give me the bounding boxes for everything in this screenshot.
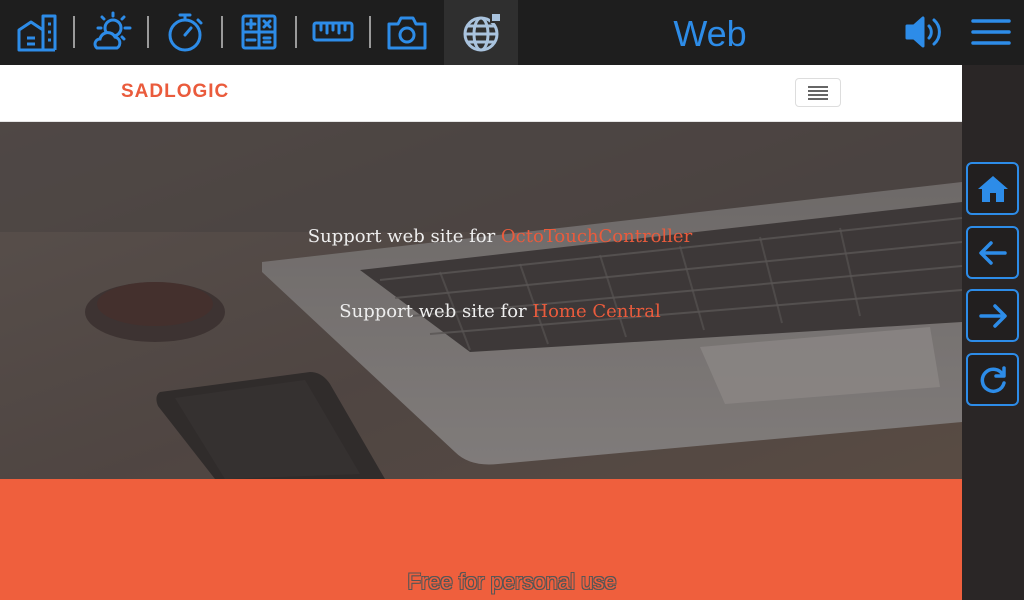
timer-icon[interactable] <box>160 8 210 56</box>
app-toolbar: Web <box>0 0 1024 65</box>
ruler-icon[interactable] <box>308 8 358 56</box>
hero-line-homecentral: Support web site for Home Central <box>0 301 962 322</box>
toolbar-separator <box>147 16 149 48</box>
web-view[interactable]: SADLOGIC Support web site for OctoTouchC… <box>0 65 962 600</box>
browser-home-button[interactable] <box>966 162 1019 215</box>
promo-band: Free for personal use <box>0 479 962 600</box>
browser-forward-button[interactable] <box>966 289 1019 342</box>
toolbar-separator <box>221 16 223 48</box>
browser-controls-panel <box>962 65 1024 600</box>
nav-toggle-button[interactable] <box>795 78 841 107</box>
home-icon[interactable] <box>12 8 62 56</box>
band-heading: Free for personal use <box>407 569 617 594</box>
back-arrow-icon <box>978 240 1007 265</box>
home-central-link[interactable]: Home Central <box>532 301 660 322</box>
hero-line-text: Support web site for <box>339 301 533 322</box>
toolbar-separator <box>73 16 75 48</box>
site-brand[interactable]: SADLOGIC <box>121 81 229 103</box>
toolbar-separator <box>369 16 371 48</box>
browser-back-button[interactable] <box>966 226 1019 279</box>
camera-icon[interactable] <box>382 8 432 56</box>
hero-line-text: Support web site for <box>307 226 501 247</box>
globe-icon[interactable] <box>456 8 506 56</box>
site-navbar: SADLOGIC <box>0 65 962 122</box>
forward-arrow-icon <box>978 303 1007 328</box>
weather-icon[interactable] <box>86 8 136 56</box>
hero-section: Support web site for OctoTouchController… <box>0 122 962 479</box>
calculator-icon[interactable] <box>234 8 284 56</box>
home-icon <box>977 175 1008 202</box>
hero-line-octotouch: Support web site for OctoTouchController <box>0 226 962 247</box>
app-title: Web <box>673 13 747 54</box>
toolbar-separator <box>295 16 297 48</box>
octotouchcontroller-link[interactable]: OctoTouchController <box>501 226 692 247</box>
reload-icon <box>980 365 1006 393</box>
hamburger-icon[interactable] <box>966 8 1016 56</box>
speaker-icon[interactable] <box>898 8 948 56</box>
menu-bars-icon <box>808 85 828 100</box>
browser-reload-button[interactable] <box>966 353 1019 406</box>
